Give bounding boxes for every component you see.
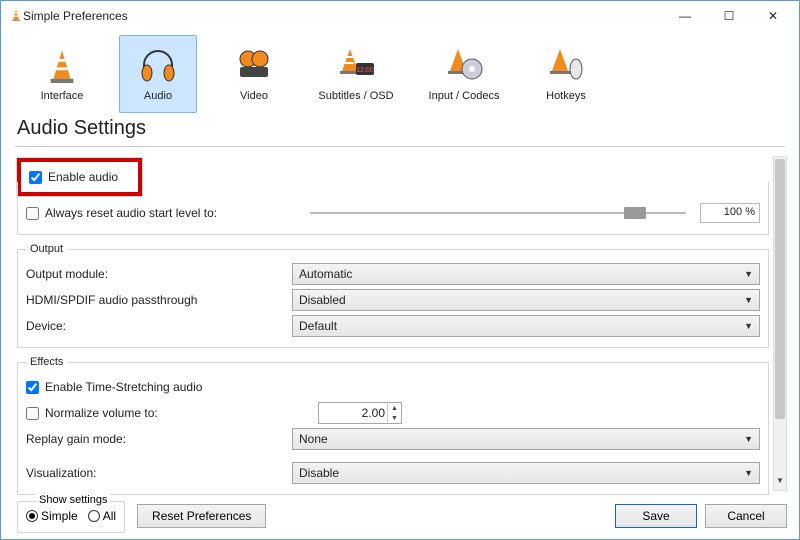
window-maximize-button[interactable]: ☐ [707,1,751,31]
hdmi-value: Disabled [299,293,346,307]
vertical-scrollbar[interactable]: ▲ ▼ [773,156,787,491]
show-settings-group: Show settings Simple All [17,501,125,533]
cone-clock-icon: 12:00 [336,46,376,86]
visualization-label: Visualization: [26,466,286,480]
window-title: Simple Preferences [23,9,663,23]
tab-input-codecs[interactable]: Input / Codecs [419,35,509,113]
reset-preferences-button[interactable]: Reset Preferences [137,504,266,528]
timestretch-label: Enable Time-Stretching audio [45,380,202,394]
headphones-icon [138,46,178,86]
tab-interface[interactable]: Interface [23,35,101,113]
cone-disc-icon [444,46,484,86]
chevron-down-icon: ▼ [744,321,753,331]
page-heading: Audio Settings [1,117,799,142]
hdmi-label: HDMI/SPDIF audio passthrough [26,293,286,307]
tab-label: Input / Codecs [429,90,500,102]
show-settings-simple-radio[interactable]: Simple [26,509,78,523]
volume-percent-field[interactable]: 100 % [700,203,760,223]
replay-gain-value: None [299,432,328,446]
settings-body: Enable audio Always reset audio start le… [13,156,773,497]
output-module-value: Automatic [299,267,352,281]
volume-slider[interactable] [310,204,686,222]
replay-gain-label: Replay gain mode: [26,432,286,446]
all-label: All [103,509,116,523]
normalize-label: Normalize volume to: [45,406,158,420]
save-label: Save [642,509,669,523]
tab-video[interactable]: Video [215,35,293,113]
normalize-value: 2.00 [362,406,385,420]
tab-audio[interactable]: Audio [119,35,197,113]
cone-mouse-icon [546,46,586,86]
film-reel-icon [234,46,274,86]
svg-text:12:00: 12:00 [356,67,374,74]
output-legend: Output [26,243,67,255]
scrollbar-thumb[interactable] [775,159,785,419]
replay-gain-combo[interactable]: None ▼ [292,428,760,450]
hdmi-combo[interactable]: Disabled ▼ [292,289,760,311]
volume-group: Always reset audio start level to: 100 % [17,182,769,235]
tab-label: Hotkeys [546,90,586,102]
cancel-button[interactable]: Cancel [705,504,787,528]
tab-label: Interface [41,90,84,102]
chevron-down-icon: ▼ [744,295,753,305]
show-settings-legend: Show settings [36,494,110,506]
output-module-combo[interactable]: Automatic ▼ [292,263,760,285]
device-label: Device: [26,319,286,333]
simple-label: Simple [41,509,78,523]
output-group: Output Output module: Automatic ▼ HDMI/S… [17,243,769,348]
always-reset-checkbox[interactable]: Always reset audio start level to: [26,206,296,220]
normalize-checkbox[interactable]: Normalize volume to: [26,406,286,420]
cone-icon [45,46,79,86]
timestretch-checkbox[interactable]: Enable Time-Stretching audio [26,380,202,394]
spin-down-icon[interactable]: ▼ [388,413,401,423]
tab-subtitles-osd[interactable]: 12:00 Subtitles / OSD [311,35,401,113]
output-module-label: Output module: [26,267,286,281]
chevron-down-icon: ▼ [744,434,753,444]
radio-dot-icon [26,510,38,522]
effects-legend: Effects [26,356,67,368]
always-reset-label: Always reset audio start level to: [45,206,217,220]
scroll-down-icon[interactable]: ▼ [774,476,786,490]
tab-hotkeys[interactable]: Hotkeys [527,35,605,113]
always-reset-input[interactable] [26,207,39,220]
tabs-row: Interface Audio Video 12:00 Subtitles / … [1,31,799,117]
show-settings-all-radio[interactable]: All [88,509,116,523]
normalize-value-spinner[interactable]: 2.00 ▲▼ [318,402,402,424]
visualization-combo[interactable]: Disable ▼ [292,462,760,484]
save-button[interactable]: Save [615,504,697,528]
window-close-button[interactable]: ✕ [751,1,795,31]
radio-dot-icon [88,510,100,522]
chevron-down-icon: ▼ [744,468,753,478]
divider [15,146,785,147]
window-titlebar: Simple Preferences — ☐ ✕ [1,1,799,31]
chevron-down-icon: ▼ [744,269,753,279]
effects-group: Effects Enable Time-Stretching audio Nor… [17,356,769,495]
timestretch-input[interactable] [26,381,39,394]
tab-label: Subtitles / OSD [318,90,393,102]
normalize-input[interactable] [26,407,39,420]
device-value: Default [299,319,337,333]
tab-label: Video [240,90,268,102]
device-combo[interactable]: Default ▼ [292,315,760,337]
reset-label: Reset Preferences [152,509,251,523]
spin-up-icon[interactable]: ▲ [388,403,401,413]
cancel-label: Cancel [727,509,764,523]
vlc-cone-icon [9,8,23,25]
tab-label: Audio [144,90,172,102]
footer-bar: Show settings Simple All Reset Preferenc… [13,499,787,533]
visualization-value: Disable [299,466,339,480]
window-minimize-button[interactable]: — [663,1,707,31]
